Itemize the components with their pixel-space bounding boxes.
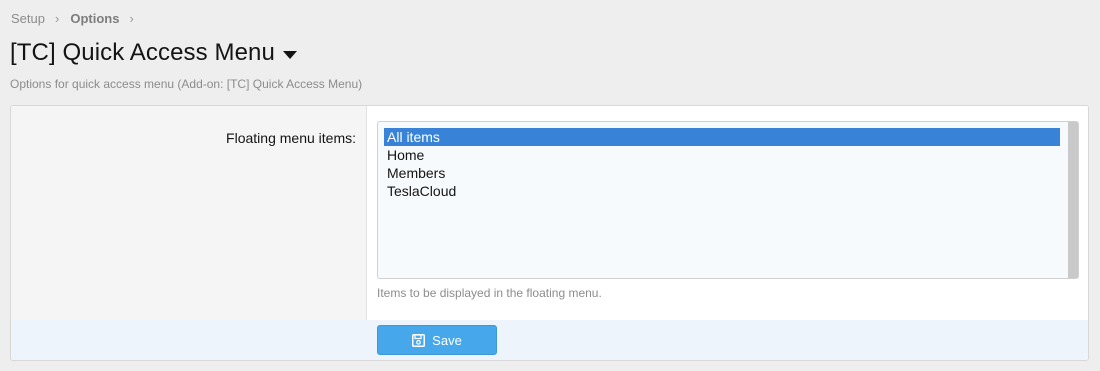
breadcrumb-options[interactable]: Options: [70, 11, 119, 26]
options-form: Floating menu items: All items Home Memb…: [10, 105, 1089, 361]
page-description: Options for quick access menu (Add-on: […: [10, 77, 363, 91]
listbox-scrollbar[interactable]: [1068, 122, 1078, 278]
form-input-column: All items Home Members TeslaCloud Items …: [367, 106, 1088, 320]
form-label-column: Floating menu items:: [11, 106, 367, 320]
floppy-disk-icon: [412, 333, 426, 347]
floating-menu-items-select[interactable]: All items Home Members TeslaCloud: [377, 121, 1079, 279]
page-title: [TC] Quick Access Menu: [10, 39, 275, 66]
form-row-floating-menu: Floating menu items: All items Home Memb…: [11, 106, 1088, 321]
list-option-all-items[interactable]: All items: [384, 128, 1060, 146]
save-button[interactable]: Save: [377, 325, 497, 355]
list-option-members[interactable]: Members: [384, 164, 1060, 182]
page-header: [TC] Quick Access Menu: [10, 38, 297, 68]
floating-menu-label: Floating menu items:: [226, 130, 356, 146]
save-button-label: Save: [432, 332, 462, 348]
floating-menu-explain: Items to be displayed in the floating me…: [377, 286, 602, 300]
breadcrumb-setup[interactable]: Setup: [11, 11, 45, 26]
breadcrumb-separator: ›: [129, 11, 134, 26]
breadcrumb: Setup › Options ›: [11, 11, 145, 26]
form-submit-row: Save: [11, 320, 1088, 360]
breadcrumb-separator: ›: [54, 11, 60, 26]
list-option-teslacloud[interactable]: TeslaCloud: [384, 182, 1060, 200]
list-option-home[interactable]: Home: [384, 146, 1060, 164]
caret-down-icon[interactable]: [282, 50, 297, 59]
